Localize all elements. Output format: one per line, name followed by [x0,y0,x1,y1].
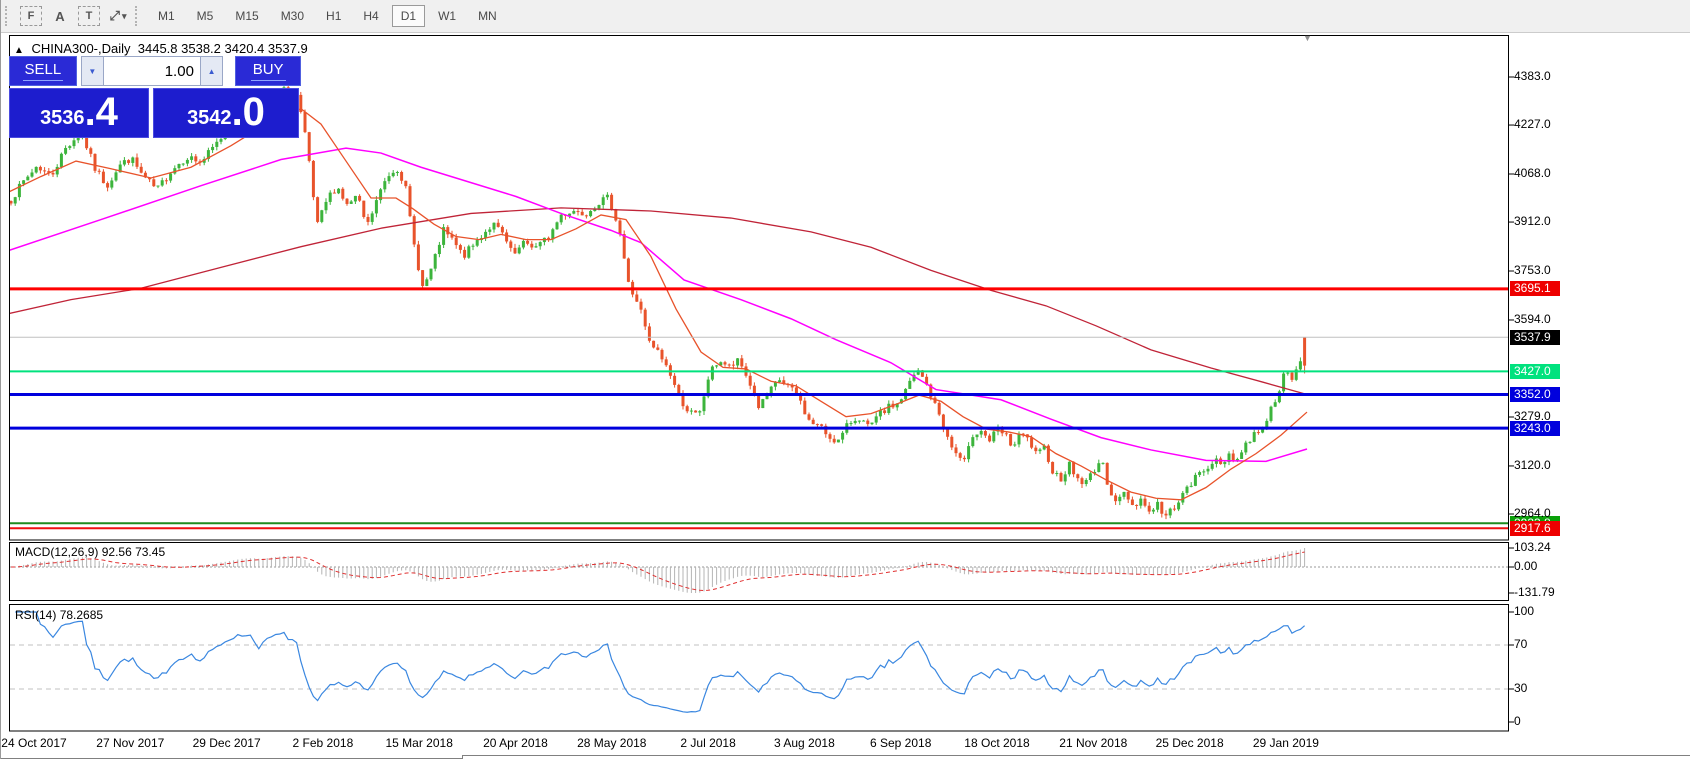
tf-button-M30[interactable]: M30 [272,5,313,27]
tf-button-H1[interactable]: H1 [317,5,350,27]
timeframe-bar: M1M5M15M30H1H4D1W1MN [147,5,508,27]
chart-header: ▲ CHINA300-,Daily 3445.8 3538.2 3420.4 3… [14,41,308,56]
sell-button[interactable]: SELL [9,56,77,86]
tf-button-D1[interactable]: D1 [392,5,425,27]
buy-button[interactable]: BUY [235,56,301,86]
tf-button-M5[interactable]: M5 [188,5,223,27]
tf-button-M15[interactable]: M15 [226,5,267,27]
fibonacci-tool-icon[interactable]: F [20,6,42,26]
trading-app-window: F A T ⤢▾ M1M5M15M30H1H4D1W1MN ▲ CHINA300… [0,0,1690,759]
tf-button-M1[interactable]: M1 [149,5,184,27]
text-box-tool-icon[interactable]: T [78,6,100,26]
ohlc-open: 3445.8 [138,41,178,56]
chevron-down-icon: ▾ [122,11,127,22]
tf-button-W1[interactable]: W1 [429,5,465,27]
volume-input[interactable] [104,56,200,86]
buy-price-big: .0 [232,89,265,135]
sell-price-big: .4 [85,89,118,135]
symbol-arrow-icon: ▲ [14,45,24,56]
buy-button-label: BUY [251,61,286,81]
arrows-glyph: ⤢ [110,8,120,24]
ohlc-low: 3420.4 [225,41,265,56]
ohlc-high: 3538.2 [181,41,221,56]
one-click-trading-panel: SELL ▼ ▲ BUY 3536 .4 3542 .0 [9,56,301,138]
tf-button-H4[interactable]: H4 [354,5,387,27]
chart-toolbar: F A T ⤢▾ M1M5M15M30H1H4D1W1MN [1,0,1690,33]
buy-price-small: 3542 [187,107,232,130]
symbol-name: CHINA300-,Daily [32,41,131,56]
sell-button-label: SELL [23,61,64,81]
text-label-tool-icon[interactable]: A [48,4,72,28]
volume-increase-button[interactable]: ▲ [200,56,223,86]
sell-price-small: 3536 [40,107,85,130]
toolbar-grip-2[interactable] [135,6,141,26]
tf-button-MN[interactable]: MN [469,5,506,27]
arrows-tool-icon[interactable]: ⤢▾ [106,4,130,28]
buy-price-panel[interactable]: 3542 .0 [153,88,299,138]
ohlc-close: 3537.9 [268,41,308,56]
sell-price-panel[interactable]: 3536 .4 [9,88,149,138]
volume-decrease-button[interactable]: ▼ [81,56,104,86]
toolbar-grip[interactable] [5,6,11,26]
